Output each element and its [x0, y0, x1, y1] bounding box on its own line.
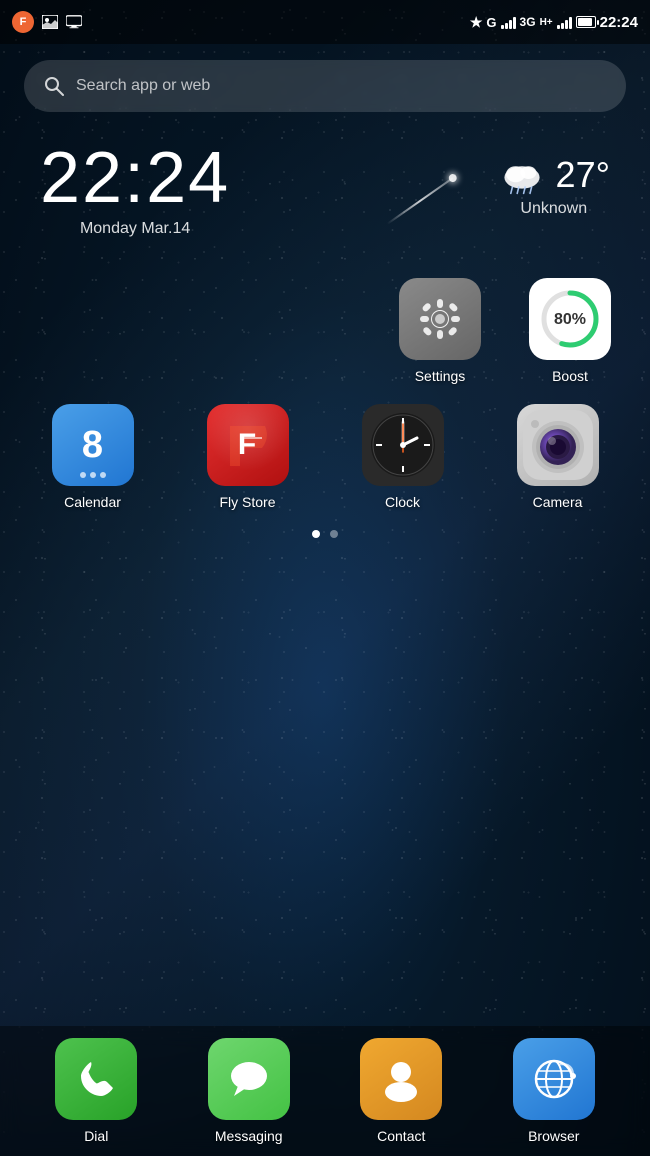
calendar-dots: [80, 472, 106, 478]
contact-label: Contact: [377, 1128, 425, 1144]
dock-item-contact[interactable]: Contact: [346, 1038, 456, 1144]
calendar-number: 8: [82, 426, 103, 464]
svg-text:F: F: [238, 428, 256, 461]
dock-item-browser[interactable]: Browser: [499, 1038, 609, 1144]
clock-section: 22:24 Monday Mar.14: [40, 142, 230, 238]
clock-label: Clock: [385, 494, 420, 510]
search-bar[interactable]: [24, 60, 626, 112]
gear-svg: [415, 294, 465, 344]
camera-svg: [523, 410, 593, 480]
app-item-camera[interactable]: Camera: [508, 404, 608, 510]
search-input[interactable]: [76, 77, 606, 95]
contact-svg: [376, 1054, 426, 1104]
dial-label: Dial: [84, 1128, 108, 1144]
weather-location: Unknown: [520, 200, 587, 218]
camera-label: Camera: [533, 494, 583, 510]
app-item-clock[interactable]: Clock: [353, 404, 453, 510]
app-grid: Settings 80% Boost 8: [0, 248, 650, 510]
battery-fill: [578, 18, 592, 26]
weather-section: 27° Unknown: [498, 142, 610, 218]
boost-label: Boost: [552, 368, 588, 384]
search-icon: [44, 76, 64, 96]
app-item-flystore[interactable]: F Fly Store: [198, 404, 298, 510]
dial-svg: [71, 1054, 121, 1104]
dock-item-dial[interactable]: Dial: [41, 1038, 151, 1144]
status-right-icons: ★ G 3G H+ 22:24: [470, 14, 638, 31]
app-item-calendar[interactable]: 8 Calendar: [43, 404, 143, 510]
app-row-1: Settings 80% Boost: [30, 278, 620, 384]
settings-icon: [399, 278, 481, 360]
app-item-settings[interactable]: Settings: [390, 278, 490, 384]
camera-icon: [517, 404, 599, 486]
star-icon: ★: [470, 14, 483, 31]
fly-launcher-icon: F: [12, 11, 34, 33]
battery-icon: [576, 16, 596, 28]
network-type: 3G: [520, 15, 536, 29]
image-icon: [42, 14, 58, 30]
calendar-icon: 8: [52, 404, 134, 486]
settings-label: Settings: [415, 368, 466, 384]
messaging-svg: [224, 1054, 274, 1104]
boost-icon: 80%: [529, 278, 611, 360]
messaging-label: Messaging: [215, 1128, 283, 1144]
flystore-svg: F: [220, 418, 275, 473]
page-dot-1[interactable]: [312, 530, 320, 538]
app-item-boost[interactable]: 80% Boost: [520, 278, 620, 384]
browser-svg: [529, 1054, 579, 1104]
flystore-icon: F: [207, 404, 289, 486]
browser-label: Browser: [528, 1128, 579, 1144]
clock-time: 22:24: [40, 142, 230, 214]
signal-bars-2: [557, 15, 572, 29]
flystore-inner: F: [207, 404, 289, 486]
clock-icon-app: [362, 404, 444, 486]
dock-item-messaging[interactable]: Messaging: [194, 1038, 304, 1144]
weather-top: 27°: [498, 154, 610, 196]
status-left-icons: F: [12, 11, 82, 33]
contact-icon: [360, 1038, 442, 1120]
flystore-label: Fly Store: [219, 494, 275, 510]
app-row-2: 8 Calendar F Fly S: [30, 404, 620, 510]
signal-bars: [501, 15, 516, 29]
clock-svg: [368, 410, 438, 480]
dock: Dial Messaging Contact: [0, 1026, 650, 1156]
network-g: G: [486, 15, 496, 30]
network-plus: H+: [540, 17, 553, 28]
svg-text:80%: 80%: [554, 311, 586, 328]
messaging-icon: [208, 1038, 290, 1120]
weather-temp: 27°: [556, 154, 610, 196]
calendar-label: Calendar: [64, 494, 121, 510]
weather-cloud-icon: [498, 155, 546, 195]
screen-icon: [66, 14, 82, 30]
clock-date: Monday Mar.14: [40, 220, 230, 238]
dial-icon: [55, 1038, 137, 1120]
boost-svg: 80%: [535, 284, 605, 354]
browser-icon: [513, 1038, 595, 1120]
page-dots: [0, 530, 650, 538]
clock-weather-widget: 22:24 Monday Mar.14 27° Unknown: [0, 112, 650, 248]
status-time: 22:24: [600, 14, 638, 31]
status-bar: F ★ G 3G H+: [0, 0, 650, 44]
page-dot-2[interactable]: [330, 530, 338, 538]
